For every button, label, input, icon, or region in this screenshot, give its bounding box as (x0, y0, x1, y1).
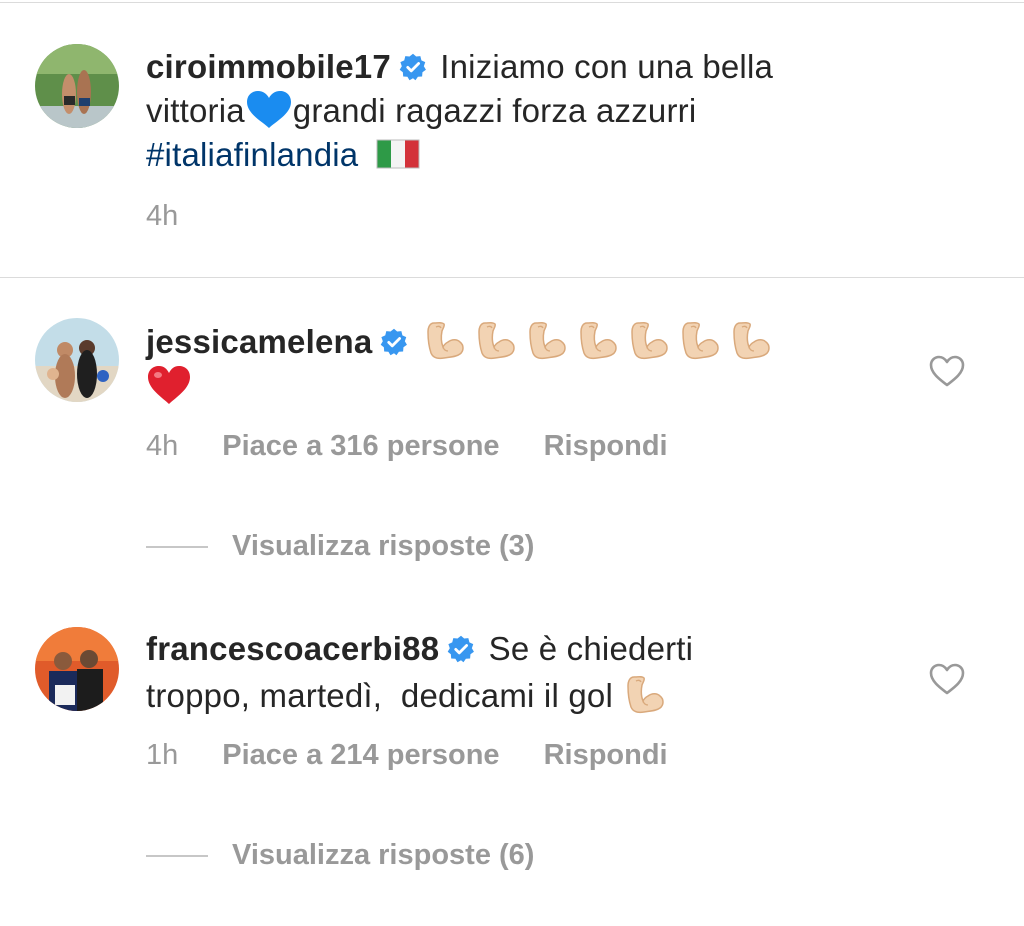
caption-avatar[interactable] (35, 44, 119, 128)
comment-1-avatar[interactable] (35, 318, 119, 402)
comment-1-reply-button[interactable]: Rispondi (544, 430, 668, 462)
comment-2-time: 1h (146, 739, 179, 771)
hashtag-link[interactable]: #italiafinlandia (146, 136, 358, 173)
comment-2-likes[interactable]: Piace a 214 persone (222, 739, 499, 771)
heart-outline-icon[interactable] (928, 662, 966, 696)
heart-outline-icon[interactable] (928, 354, 966, 388)
comment-2-text-1: Se è chiederti (488, 630, 694, 667)
comment-1-view-replies[interactable]: Visualizza risposte (3) (146, 530, 534, 563)
comment-2-username[interactable]: francescoacerbi88 (146, 630, 439, 667)
comment-2-meta: 1h Piace a 214 persone Rispondi (146, 739, 668, 772)
flexed-biceps-emoji (524, 317, 568, 361)
top-divider (0, 2, 1024, 3)
replies-line (146, 546, 208, 549)
comment-1-likes[interactable]: Piace a 316 persone (222, 430, 499, 462)
red-heart-emoji (148, 366, 190, 404)
caption-timestamp: 4h (146, 200, 178, 233)
flexed-biceps-emoji (622, 671, 666, 715)
caption-text-2: vittoria (146, 92, 245, 129)
caption-username[interactable]: ciroimmobile17 (146, 48, 391, 85)
flexed-biceps-emoji (677, 317, 721, 361)
blue-heart-emoji (246, 91, 291, 128)
flexed-biceps-emoji (626, 317, 670, 361)
comment-1-username[interactable]: jessicamelena (146, 323, 372, 360)
comment-2-reply-button[interactable]: Rispondi (544, 739, 668, 771)
flexed-biceps-emoji (473, 317, 517, 361)
comment-2-text-2: troppo, martedì, dedicami il gol (146, 677, 613, 714)
view-replies-label: Visualizza risposte (3) (232, 530, 535, 562)
verified-badge-icon (380, 328, 408, 356)
flexed-biceps-emoji (728, 317, 772, 361)
caption-text: ciroimmobile17 Iniziamo con una bella vi… (146, 45, 773, 177)
view-replies-label: Visualizza risposte (6) (232, 839, 535, 871)
caption-time: 4h (146, 200, 179, 232)
caption-text-3: grandi ragazzi forza azzurri (292, 92, 697, 129)
comment-2-text: francescoacerbi88 Se è chiederti troppo,… (146, 627, 693, 718)
flexed-biceps-emoji (575, 317, 619, 361)
replies-line (146, 855, 208, 858)
comment-1-meta: 4h Piace a 316 persone Rispondi (146, 430, 668, 463)
flexed-biceps-emoji-row (422, 323, 772, 360)
verified-badge-icon (399, 53, 427, 81)
comment-1-text: jessicamelena (146, 317, 772, 411)
caption-text-1: Iniziamo con una bella (440, 48, 774, 85)
verified-badge-icon (447, 635, 475, 663)
comment-1-time: 4h (146, 430, 179, 462)
italy-flag-emoji (376, 139, 420, 169)
comment-2-view-replies[interactable]: Visualizza risposte (6) (146, 839, 534, 872)
comment-2-avatar[interactable] (35, 627, 119, 711)
flexed-biceps-emoji (422, 317, 466, 361)
caption-divider (0, 277, 1024, 278)
